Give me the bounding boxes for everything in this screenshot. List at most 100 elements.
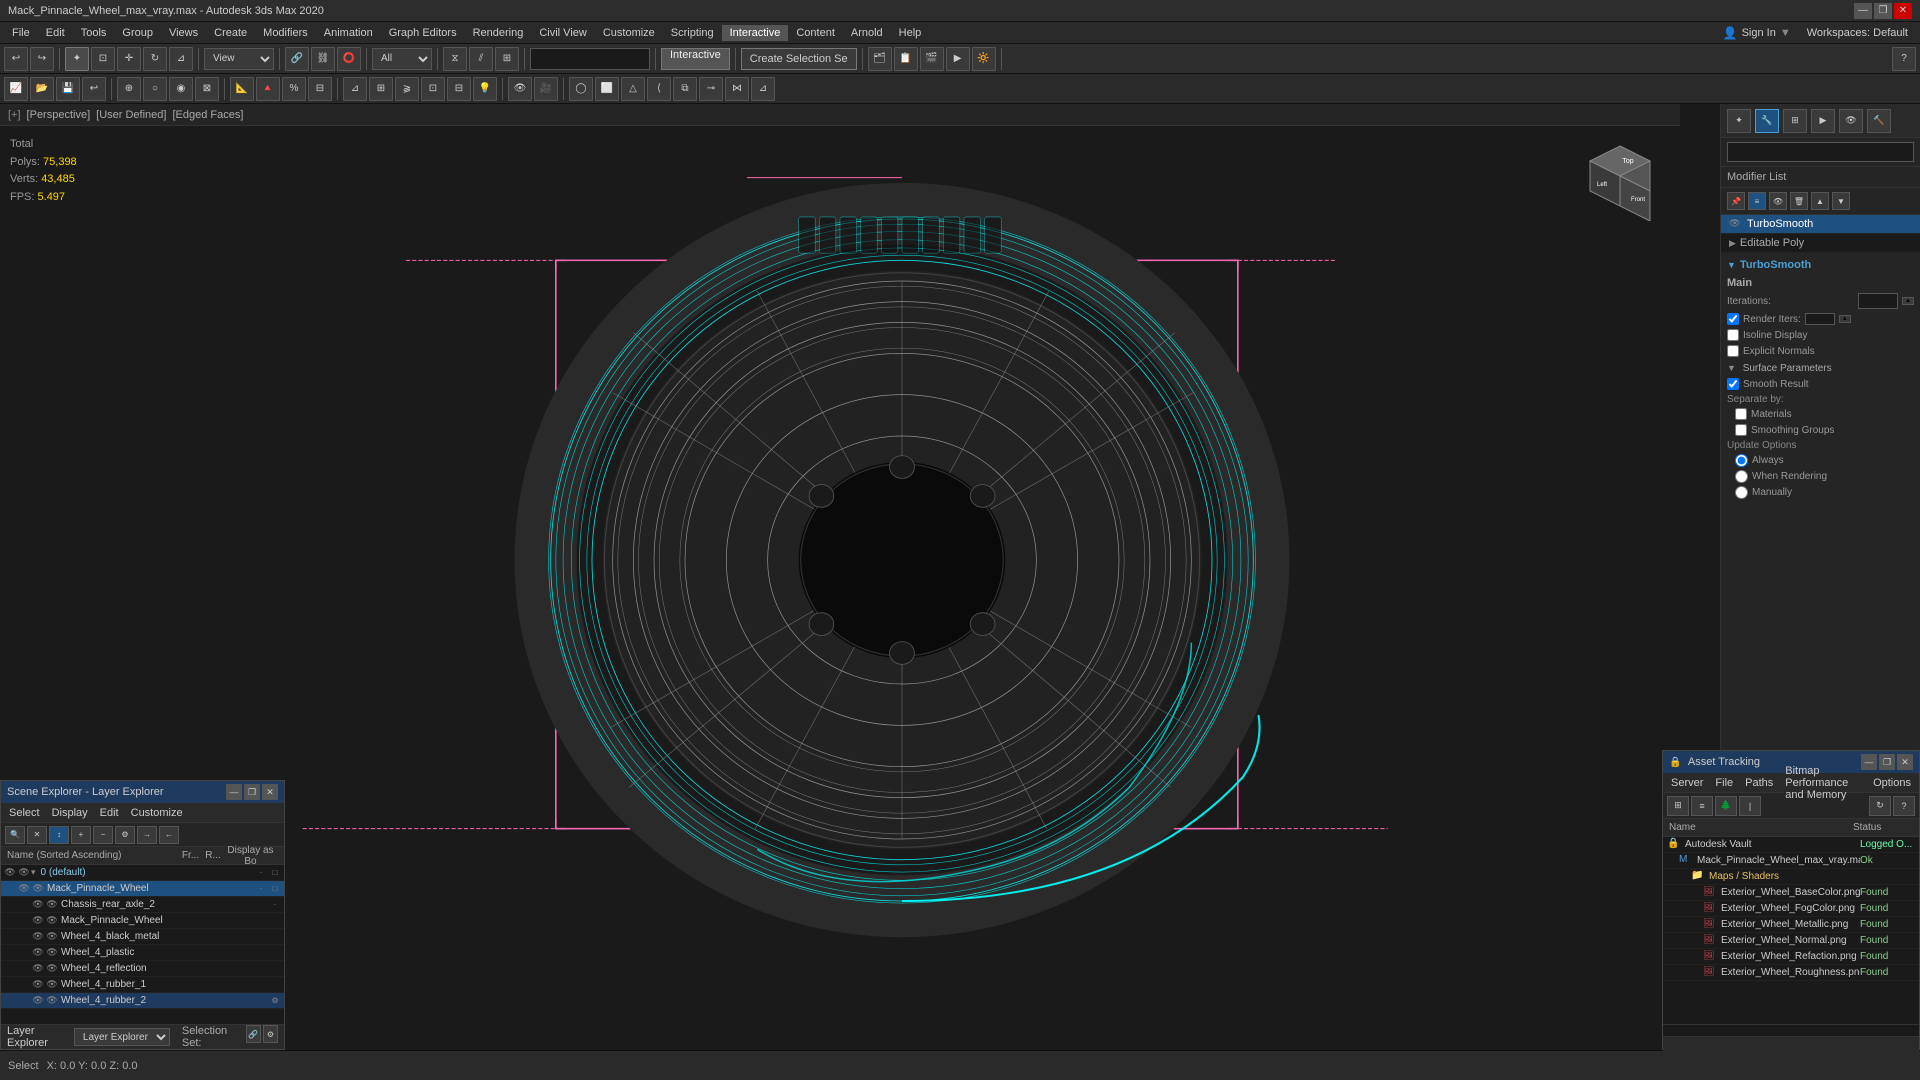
select-rotate-button[interactable]: ↻ <box>143 47 167 71</box>
menu-arnold[interactable]: Arnold <box>843 25 891 41</box>
se-left-btn[interactable]: ← <box>159 826 179 844</box>
place-highlight-button[interactable]: 💡 <box>473 77 497 101</box>
redo-button[interactable]: ↪ <box>30 47 54 71</box>
se-remove-btn[interactable]: − <box>93 826 113 844</box>
at-row-basecolor[interactable]: 🖼 Exterior_Wheel_BaseColor.png Found <box>1663 885 1919 901</box>
shape-button6[interactable]: ⊸ <box>699 77 723 101</box>
ts-always-radio[interactable] <box>1735 454 1748 467</box>
create-selection-button[interactable]: Create Selection Se <box>741 48 857 70</box>
ts-when-rendering-radio[interactable] <box>1735 470 1748 483</box>
shape-button8[interactable]: ⊿ <box>751 77 775 101</box>
select-scale-button[interactable]: ⊿ <box>169 47 193 71</box>
signin-label[interactable]: Sign In <box>1742 27 1776 39</box>
se-row-mack-child[interactable]: 👁 👁 Mack_Pinnacle_Wheel <box>1 913 284 929</box>
viewport-nav-cube[interactable]: Top Left Front <box>1580 141 1660 221</box>
mod-icon-list[interactable]: ≡ <box>1748 192 1766 210</box>
at-list-btn[interactable]: ≡ <box>1691 796 1713 816</box>
normal-align-button[interactable]: ⊟ <box>447 77 471 101</box>
se-eye2-bm[interactable]: 👁 <box>45 930 59 944</box>
layer-manager-button[interactable]: 🗂 <box>868 47 892 71</box>
select-move-button[interactable]: ✛ <box>117 47 141 71</box>
se-eye2-plastic[interactable]: 👁 <box>45 946 59 960</box>
se-eye2-refl[interactable]: 👁 <box>45 962 59 976</box>
help-button[interactable]: ? <box>1892 47 1916 71</box>
se-eye2-mack-child[interactable]: 👁 <box>45 914 59 928</box>
at-menu-bitmap[interactable]: Bitmap Performance and Memory <box>1781 764 1865 802</box>
at-menu-options[interactable]: Options <box>1869 776 1915 790</box>
se-menu-edit[interactable]: Edit <box>96 806 123 820</box>
se-eye-r1[interactable]: 👁 <box>31 978 45 992</box>
lasso-button[interactable]: ○ <box>143 77 167 101</box>
ts-iterations-up[interactable]: ▲ <box>1902 297 1914 305</box>
se-eye-mack-child[interactable]: 👁 <box>31 914 45 928</box>
se-row-rubber1[interactable]: 👁 👁 Wheel_4_rubber_1 <box>1 977 284 993</box>
menu-civil-view[interactable]: Civil View <box>531 25 594 41</box>
create-panel-btn[interactable]: ✦ <box>1727 109 1751 133</box>
snap3d-button[interactable]: 📐 <box>230 77 254 101</box>
at-row-maxfile[interactable]: M Mack_Pinnacle_Wheel_max_vray.max Ok <box>1663 853 1919 869</box>
at-menu-server[interactable]: Server <box>1667 776 1707 790</box>
at-cols-btn[interactable]: | <box>1739 796 1761 816</box>
unlink-button[interactable]: ⛓ <box>311 47 335 71</box>
se-menu-customize[interactable]: Customize <box>127 806 187 820</box>
se-eye-plastic[interactable]: 👁 <box>31 946 45 960</box>
ts-manually-radio[interactable] <box>1735 486 1748 499</box>
mod-icon-move-down[interactable]: ▼ <box>1832 192 1850 210</box>
graph-editor-button[interactable]: 📈 <box>4 77 28 101</box>
at-row-maps-folder[interactable]: 📁 Maps / Shaders <box>1663 869 1919 885</box>
border-button[interactable]: ⊠ <box>195 77 219 101</box>
se-eye-mack[interactable]: 👁 <box>17 882 31 896</box>
select2-button[interactable]: ⊕ <box>117 77 141 101</box>
ts-explicit-normals-check[interactable] <box>1727 345 1739 357</box>
ts-smooth-result-check[interactable] <box>1727 378 1739 390</box>
at-row-metallic[interactable]: 🖼 Exterior_Wheel_Metallic.png Found <box>1663 917 1919 933</box>
restore-button[interactable]: ❐ <box>1874 3 1892 19</box>
se-menu-display[interactable]: Display <box>48 806 92 820</box>
menu-rendering[interactable]: Rendering <box>465 25 532 41</box>
menu-scripting[interactable]: Scripting <box>663 25 722 41</box>
iso-user-button[interactable]: 👁 <box>508 77 532 101</box>
named-selection-input[interactable] <box>530 48 650 70</box>
align2-button[interactable]: ⫺ <box>395 77 419 101</box>
vp-userdefined[interactable]: [User Defined] <box>96 109 166 121</box>
ts-surface-params-section[interactable]: Surface Parameters <box>1727 363 1914 374</box>
open-file-button[interactable]: 📂 <box>30 77 54 101</box>
filter-dropdown[interactable]: All <box>372 48 432 70</box>
modify-panel-btn[interactable]: 🔧 <box>1755 109 1779 133</box>
se-minimize-button[interactable]: — <box>226 784 242 800</box>
se-row-plastic[interactable]: 👁 👁 Wheel_4_plastic <box>1 945 284 961</box>
menu-modifiers[interactable]: Modifiers <box>255 25 316 41</box>
ts-render-iters-input[interactable]: 2 <box>1805 313 1835 325</box>
menu-edit[interactable]: Edit <box>38 25 73 41</box>
se-eye-r2[interactable]: 👁 <box>31 994 45 1008</box>
undo-button[interactable]: ↩ <box>4 47 28 71</box>
vp-perspective[interactable]: [Perspective] <box>27 109 91 121</box>
se-eye-refl[interactable]: 👁 <box>31 962 45 976</box>
angsnap-button[interactable]: 🔺 <box>256 77 280 101</box>
undo2-button[interactable]: ↩ <box>82 77 106 101</box>
se-eye-bm[interactable]: 👁 <box>31 930 45 944</box>
menu-graph-editors[interactable]: Graph Editors <box>381 25 465 41</box>
at-row-normal[interactable]: 🖼 Exterior_Wheel_Normal.png Found <box>1663 933 1919 949</box>
menu-file[interactable]: File <box>4 25 38 41</box>
se-options-btn[interactable]: ⚙ <box>115 826 135 844</box>
at-menu-file[interactable]: File <box>1711 776 1737 790</box>
at-help-btn[interactable]: ? <box>1893 796 1915 816</box>
se-eye2-mack[interactable]: 👁 <box>31 882 45 896</box>
at-restore-button[interactable]: ❐ <box>1879 754 1895 770</box>
menu-help[interactable]: Help <box>891 25 930 41</box>
vp-plus[interactable]: [+] <box>8 109 21 121</box>
mirror-button[interactable]: ⧖ <box>443 47 467 71</box>
menu-customize[interactable]: Customize <box>595 25 663 41</box>
preview-button[interactable]: 🎥 <box>534 77 558 101</box>
utilities-panel-btn[interactable]: 🔨 <box>1867 109 1891 133</box>
menu-create[interactable]: Create <box>206 25 255 41</box>
menu-group[interactable]: Group <box>114 25 161 41</box>
ts-render-iters-up[interactable]: ▲ <box>1839 315 1851 323</box>
se-menu-select[interactable]: Select <box>5 806 44 820</box>
display-panel-btn[interactable]: 👁 <box>1839 109 1863 133</box>
at-row-refaction[interactable]: 🖼 Exterior_Wheel_Refaction.png Found <box>1663 949 1919 965</box>
se-close-button[interactable]: ✕ <box>262 784 278 800</box>
shape-button1[interactable]: ◯ <box>569 77 593 101</box>
minimize-button[interactable]: — <box>1854 3 1872 19</box>
